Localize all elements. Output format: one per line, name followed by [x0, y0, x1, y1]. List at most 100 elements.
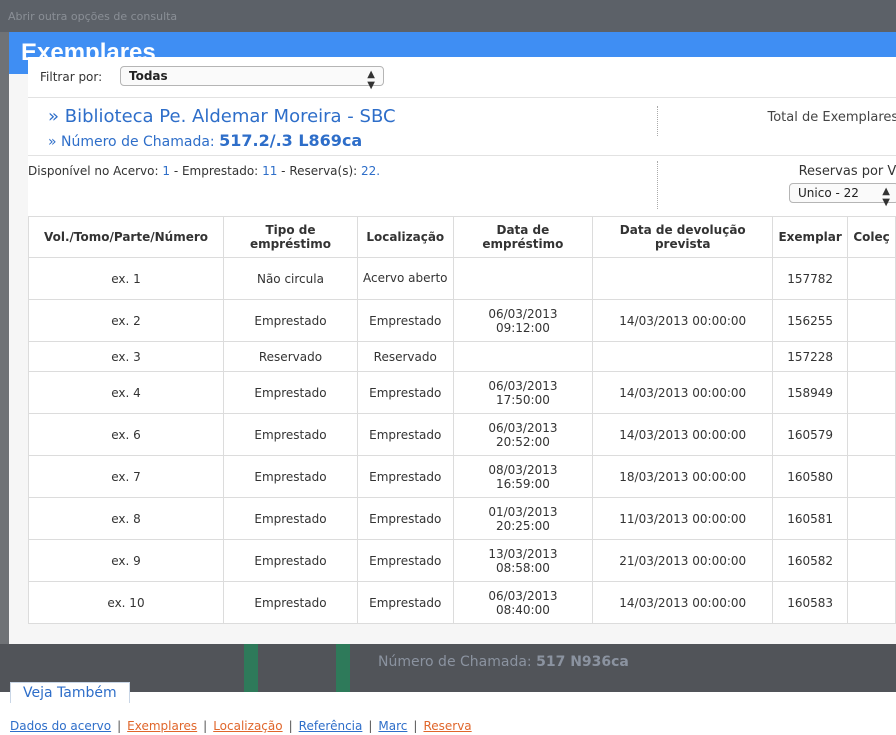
cell-exemplar: 158949: [772, 371, 849, 414]
filter-select[interactable]: Todas ▲ ▼: [120, 66, 384, 91]
cell-localizacao: Emprestado: [356, 497, 454, 540]
background-top-bar: Abrir outra opções de consulta: [0, 0, 896, 32]
call-number-label: » Número de Chamada:: [48, 134, 215, 150]
select-arrows-icon: ▲ ▼: [882, 186, 890, 208]
filter-bar: Filtrar por: Todas ▲ ▼: [28, 57, 896, 97]
cell-tipo: Emprestado: [222, 497, 358, 540]
cell-tipo: Reservado: [222, 341, 358, 372]
col-header-tipo[interactable]: Tipo de empréstimo: [222, 216, 358, 258]
table-row: ex. 6 Emprestado Emprestado 06/03/2013 20:52…: [28, 413, 896, 456]
cell-exemplar: 160580: [772, 455, 849, 498]
see-also-tab[interactable]: Veja Também: [10, 682, 130, 703]
cell-exemplar: 157228: [772, 341, 849, 372]
library-name: » Biblioteca Pe. Aldemar Moreira - SBC: [48, 106, 396, 127]
cell-exemplar: 160583: [772, 581, 849, 624]
cell-volume: ex. 1: [28, 257, 224, 300]
cell-colecao: [847, 539, 896, 582]
cell-volume: ex. 2: [28, 299, 224, 342]
divider: [657, 161, 658, 209]
cell-localizacao: Emprestado: [356, 299, 454, 342]
reservas-por-vol-select[interactable]: Unico - 22 ▲ ▼: [789, 183, 896, 208]
cell-data-emprestimo: [452, 257, 594, 300]
link-separator: |: [368, 719, 373, 733]
cell-data-emprestimo: 06/03/2013 09:12:00: [452, 299, 594, 342]
cell-tipo: Emprestado: [222, 455, 358, 498]
see-also-link-dados-do-acervo[interactable]: Dados do acervo: [10, 719, 111, 733]
cell-colecao: [847, 341, 896, 372]
cell-localizacao: Reservado: [356, 341, 454, 372]
col-header-volume[interactable]: Vol./Tomo/Parte/Número: [28, 216, 224, 258]
cell-localizacao: Emprestado: [356, 581, 454, 624]
cell-tipo: Não circula: [222, 257, 358, 300]
link-separator: |: [288, 719, 293, 733]
cell-data-emprestimo: 08/03/2013 16:59:00: [452, 455, 594, 498]
cell-localizacao: Emprestado: [356, 455, 454, 498]
cell-colecao: [847, 413, 896, 456]
cell-tipo: Emprestado: [222, 299, 358, 342]
see-also-panel: Veja Também Dados do acervo | Exemplares | L…: [0, 682, 896, 735]
filter-label: Filtrar por:: [40, 70, 103, 84]
cell-colecao: [847, 299, 896, 342]
table-row: ex. 1 Não circula Acervo aberto 157782: [28, 257, 896, 300]
cell-colecao: [847, 371, 896, 414]
table-row: ex. 10 Emprestado Emprestado 06/03/2013 08:4…: [28, 581, 896, 624]
link-separator: |: [117, 719, 122, 733]
select-arrows-icon: ▲ ▼: [367, 69, 375, 91]
cell-volume: ex. 10: [28, 581, 224, 624]
availability-summary: Disponível no Acervo: 1 - Emprestado: 11…: [28, 164, 380, 178]
cell-localizacao: Acervo aberto: [356, 257, 454, 300]
divider: [28, 155, 896, 156]
see-also-link-localização[interactable]: Localização: [213, 719, 282, 733]
col-header-localizacao[interactable]: Localização: [356, 216, 454, 258]
background-decoration: [336, 644, 350, 692]
col-header-data-emprestimo[interactable]: Data de empréstimo: [452, 216, 594, 258]
see-also-link-referência[interactable]: Referência: [299, 719, 363, 733]
cell-data-emprestimo: 06/03/2013 20:52:00: [452, 413, 594, 456]
cell-tipo: Emprestado: [222, 371, 358, 414]
cell-data-emprestimo: 13/03/2013 08:58:00: [452, 539, 594, 582]
cell-data-devolucao: [592, 341, 774, 372]
acervo-label: Disponível no Acervo:: [28, 164, 159, 178]
total-label: Total de Exemplares:: [767, 110, 896, 125]
cell-exemplar: 160582: [772, 539, 849, 582]
see-also-links: Dados do acervo | Exemplares | Localização | R…: [10, 719, 472, 733]
cell-exemplar: 156255: [772, 299, 849, 342]
cell-localizacao: Emprestado: [356, 413, 454, 456]
cell-data-devolucao: 14/03/2013 00:00:00: [592, 581, 774, 624]
cell-exemplar: 160579: [772, 413, 849, 456]
cell-data-devolucao: [592, 257, 774, 300]
cell-localizacao: Emprestado: [356, 539, 454, 582]
cell-tipo: Emprestado: [222, 413, 358, 456]
call-number-value: 517.2/.3 L869ca: [219, 131, 363, 150]
link-separator: |: [413, 719, 418, 733]
table-row: ex. 8 Emprestado Emprestado 01/03/2013 20:25…: [28, 497, 896, 540]
cell-volume: ex. 3: [28, 341, 224, 372]
cell-colecao: [847, 257, 896, 300]
cell-data-devolucao: 14/03/2013 00:00:00: [592, 371, 774, 414]
see-also-link-reserva[interactable]: Reserva: [423, 719, 471, 733]
col-header-colecao[interactable]: Coleç: [847, 216, 896, 258]
cell-volume: ex. 7: [28, 455, 224, 498]
cell-data-emprestimo: [452, 341, 594, 372]
cell-volume: ex. 4: [28, 371, 224, 414]
col-header-data-devolucao[interactable]: Data de devolução prevista: [592, 216, 774, 258]
cell-volume: ex. 9: [28, 539, 224, 582]
cell-colecao: [847, 581, 896, 624]
link-separator: |: [203, 719, 208, 733]
background-decoration: [244, 644, 258, 692]
col-header-exemplar[interactable]: Exemplar: [772, 216, 849, 258]
cell-volume: ex. 6: [28, 413, 224, 456]
table-row: ex. 2 Emprestado Emprestado 06/03/2013 09:12…: [28, 299, 896, 342]
exemplares-table: Vol./Tomo/Parte/Número Tipo de empréstim…: [28, 216, 896, 624]
filter-select-value: Todas: [129, 69, 168, 83]
emprestado-count: 11: [262, 164, 278, 178]
table-header-row: Vol./Tomo/Parte/Número Tipo de empréstim…: [28, 216, 896, 258]
background-hint: Abrir outra opções de consulta: [8, 10, 178, 23]
cell-data-devolucao: 14/03/2013 00:00:00: [592, 413, 774, 456]
cell-tipo: Emprestado: [222, 581, 358, 624]
see-also-link-exemplares[interactable]: Exemplares: [127, 719, 197, 733]
cell-data-devolucao: 11/03/2013 00:00:00: [592, 497, 774, 540]
background-call-label: Número de Chamada:: [378, 654, 532, 670]
cell-colecao: [847, 455, 896, 498]
see-also-link-marc[interactable]: Marc: [378, 719, 407, 733]
